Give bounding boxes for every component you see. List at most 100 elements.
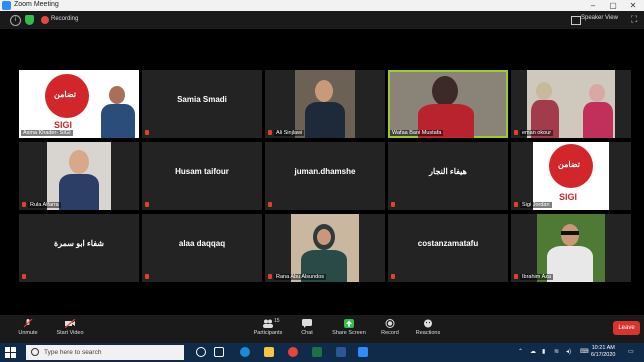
participant-tile[interactable]: هيفاء النجار [388, 142, 508, 210]
reactions-button[interactable]: Reactions [414, 315, 442, 343]
muted-mic-icon [514, 202, 518, 207]
participant-tile[interactable]: Husam taifour [142, 142, 262, 210]
network-icon[interactable]: ≋ [554, 348, 559, 355]
participant-name: juman.dhamshe [294, 167, 356, 176]
muted-mic-icon [268, 274, 272, 279]
notifications-icon[interactable]: ▭ [628, 348, 634, 355]
participant-name: شفاء ابو سمرة [54, 239, 104, 248]
participant-face-inner [317, 229, 331, 245]
edge-icon[interactable] [240, 347, 250, 357]
participant-tile[interactable]: تضامن SIGI Sigi Jordan [511, 142, 631, 210]
chat-icon [302, 319, 312, 328]
participant-face [432, 76, 458, 106]
participant-label: Sigi Jordan [520, 202, 552, 208]
participant-name: alaa daqqaq [178, 239, 226, 248]
windows-start-icon[interactable] [5, 347, 16, 358]
maximize-button[interactable]: ▢ [604, 0, 622, 11]
clock-time: 10:21 AM [591, 345, 615, 351]
reactions-icon [424, 319, 432, 328]
participant-tile[interactable]: تضامن SIGI Asma Khader- SIGI [19, 70, 139, 138]
meeting-controls: Unmute Start Video 15 Participants Chat … [0, 315, 644, 343]
volume-icon[interactable]: ◂) [566, 348, 571, 355]
participant-name: Husam taifour [175, 167, 229, 176]
zoom-taskbar-icon[interactable] [358, 347, 368, 357]
taskbar-clock[interactable]: 10:21 AM 6/17/2020 [591, 345, 615, 359]
participant-face [536, 82, 552, 100]
close-button[interactable]: ✕ [624, 0, 642, 11]
participant-tile[interactable]: alaa daqqaq [142, 214, 262, 282]
chrome-icon[interactable] [288, 347, 298, 357]
leave-button[interactable]: Leave [613, 321, 640, 335]
participant-label: eman okour [520, 130, 554, 136]
participant-tile[interactable]: Ibrahim Aza [511, 214, 631, 282]
participant-name: Samia Smadi [177, 95, 227, 104]
file-explorer-icon[interactable] [264, 347, 274, 357]
tray-chevron-icon[interactable]: ⌃ [518, 348, 523, 355]
muted-mic-icon [22, 202, 26, 207]
logo-arabic-text: تضامن [54, 90, 76, 99]
participant-tile[interactable]: Ali Sinjlawi [265, 70, 385, 138]
logo-latin-text: SIGI [54, 120, 73, 130]
reactions-label: Reactions [415, 330, 441, 336]
participant-label: Rana Abu Alsundos [274, 274, 327, 280]
unmute-label: Unmute [18, 330, 38, 336]
video-off-icon [65, 319, 75, 328]
participant-name: هيفاء النجار [429, 167, 467, 176]
fullscreen-icon[interactable]: ⛶ [631, 14, 637, 25]
record-button[interactable]: Record [378, 315, 402, 343]
muted-mic-icon [268, 202, 272, 207]
share-screen-button[interactable]: Share Screen [330, 315, 368, 343]
participant-tile-active-speaker[interactable]: Wafaa Bani Mustafa [388, 70, 508, 138]
chat-label: Chat [301, 330, 313, 336]
word-icon[interactable] [336, 347, 346, 357]
participants-button[interactable]: 15 Participants [250, 315, 286, 343]
zoom-logo-icon [2, 1, 11, 10]
search-icon [31, 348, 39, 356]
participant-name: costanzamatafu [417, 239, 479, 248]
taskbar-search-input[interactable]: Type here to search [26, 345, 184, 360]
speaker-view-button[interactable]: Speaker View [581, 15, 618, 21]
start-video-label: Start Video [56, 330, 84, 336]
windows-taskbar: Type here to search ⌃ ☁ ▮ ≋ ◂) ⌨ 10:21 A… [0, 343, 644, 362]
muted-mic-icon [514, 130, 518, 135]
participants-label: Participants [253, 330, 283, 336]
participant-body [547, 246, 593, 282]
battery-icon[interactable]: ▮ [542, 348, 545, 355]
info-icon[interactable]: i [10, 15, 21, 26]
task-view-icon[interactable] [214, 347, 224, 357]
participant-tile[interactable]: Rula Alfarra [19, 142, 139, 210]
cortana-icon[interactable] [196, 347, 206, 357]
muted-mic-icon [145, 130, 149, 135]
security-shield-icon[interactable] [25, 15, 34, 25]
participants-count: 15 [274, 318, 280, 324]
record-icon [385, 319, 395, 328]
participant-tile[interactable]: juman.dhamshe [265, 142, 385, 210]
participant-tile[interactable]: Rana Abu Alsundos [265, 214, 385, 282]
sunglasses-icon [561, 231, 579, 235]
participant-tile[interactable]: costanzamatafu [388, 214, 508, 282]
participant-body [101, 104, 135, 138]
mic-muted-icon [23, 319, 33, 328]
participant-tile[interactable]: eman okour [511, 70, 631, 138]
start-video-button[interactable]: Start Video [53, 315, 87, 343]
muted-mic-icon [391, 274, 395, 279]
participant-label: Rula Alfarra [28, 202, 61, 208]
meeting-topbar: i Recording Speaker View ⛶ [0, 11, 644, 29]
excel-icon[interactable] [312, 347, 322, 357]
unmute-button[interactable]: Unmute [14, 315, 42, 343]
participant-label: Wafaa Bani Mustafa [390, 130, 444, 136]
muted-mic-icon [145, 274, 149, 279]
participants-icon [263, 319, 273, 328]
keyboard-icon[interactable]: ⌨ [580, 348, 589, 355]
share-screen-icon [344, 319, 354, 328]
minimize-button[interactable]: – [584, 0, 602, 11]
cloud-icon[interactable]: ☁ [530, 348, 536, 355]
participant-tile[interactable]: شفاء ابو سمرة [19, 214, 139, 282]
logo-arabic-text: تضامن [558, 160, 580, 169]
participant-tile[interactable]: Samia Smadi [142, 70, 262, 138]
chat-button[interactable]: Chat [296, 315, 318, 343]
speaker-view-icon[interactable] [571, 16, 581, 25]
participant-face [69, 150, 89, 174]
recording-icon [41, 16, 49, 24]
muted-mic-icon [145, 202, 149, 207]
